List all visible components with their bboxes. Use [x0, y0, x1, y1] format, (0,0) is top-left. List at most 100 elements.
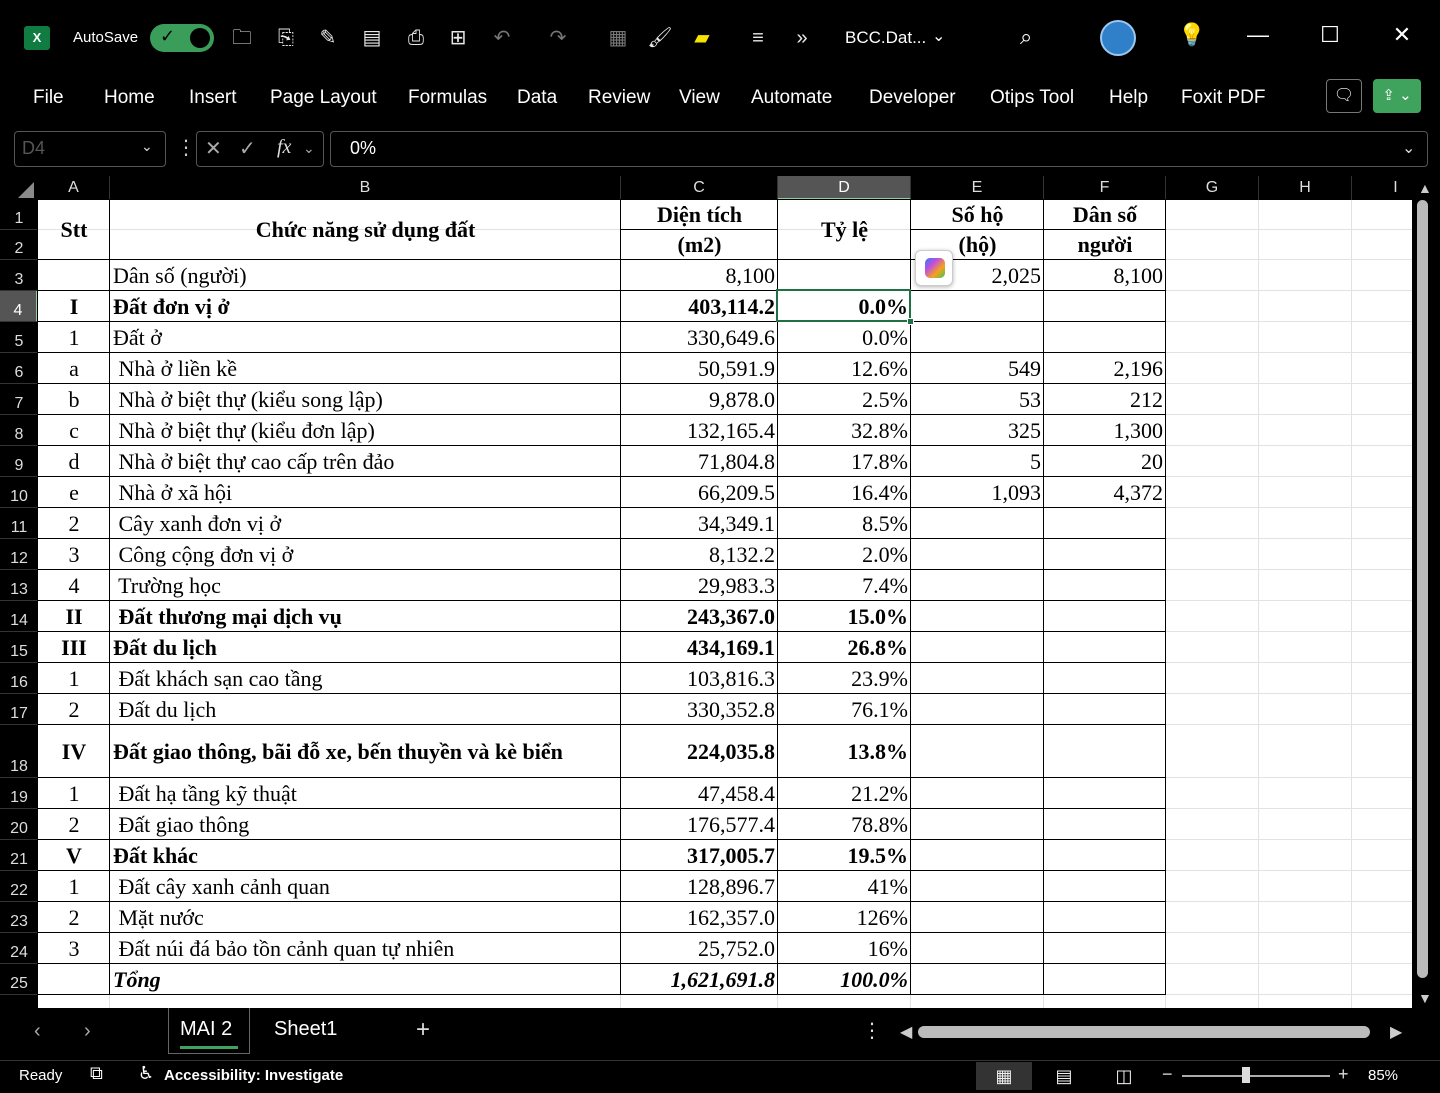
formula-input[interactable]: [330, 131, 1428, 167]
cell-households[interactable]: [911, 725, 1044, 778]
cell-ratio[interactable]: 2.0%: [778, 539, 911, 570]
accessibility-status[interactable]: Accessibility: Investigate: [164, 1067, 343, 1084]
close-button[interactable]: ✕: [1382, 22, 1422, 48]
cell-households[interactable]: [911, 663, 1044, 694]
row-header-2[interactable]: 2: [0, 230, 38, 260]
header-area[interactable]: Diện tích: [621, 200, 778, 230]
column-header-d[interactable]: D: [778, 176, 911, 200]
minimize-button[interactable]: —: [1238, 22, 1278, 48]
cell-land-use[interactable]: Đất hạ tầng kỹ thuật: [110, 778, 621, 809]
tab-file[interactable]: File: [33, 87, 64, 109]
sheet-tab-mai-2[interactable]: MAI 2: [180, 1018, 232, 1041]
column-header-a[interactable]: A: [38, 176, 110, 200]
header-population[interactable]: Dân số: [1044, 200, 1166, 230]
cell-population[interactable]: [1044, 570, 1166, 601]
cell-land-use[interactable]: Trường học: [110, 570, 621, 601]
cell-population[interactable]: [1044, 725, 1166, 778]
cell-households[interactable]: [911, 570, 1044, 601]
zoom-level[interactable]: 85%: [1368, 1067, 1398, 1084]
column-header-f[interactable]: F: [1044, 176, 1166, 200]
lightbulb-icon[interactable]: 💡: [1178, 22, 1205, 48]
tab-otips-tool[interactable]: Otips Tool: [990, 87, 1074, 109]
cell-land-use[interactable]: Nhà ở biệt thự (kiểu đơn lập): [110, 415, 621, 446]
tab-developer[interactable]: Developer: [869, 87, 956, 109]
cell-area[interactable]: 47,458.4: [621, 778, 778, 809]
tab-automate[interactable]: Automate: [751, 87, 832, 109]
row-header-14[interactable]: 14: [0, 601, 38, 632]
cell-households[interactable]: 1,093: [911, 477, 1044, 508]
cell-area[interactable]: 8,100: [621, 260, 778, 291]
zoom-slider[interactable]: [1182, 1075, 1330, 1077]
cell-households[interactable]: [911, 933, 1044, 964]
cell-stt[interactable]: 2: [38, 508, 110, 539]
cell-land-use[interactable]: Nhà ở xã hội: [110, 477, 621, 508]
save-edit-icon[interactable]: ✎: [314, 24, 342, 52]
cell-stt[interactable]: 3: [38, 539, 110, 570]
next-sheet-icon[interactable]: ›: [84, 1020, 91, 1043]
row-header-1[interactable]: 1: [0, 200, 38, 230]
tab-formulas[interactable]: Formulas: [408, 87, 487, 109]
cell-population[interactable]: 1,300: [1044, 415, 1166, 446]
cell-land-use[interactable]: Đất ở: [110, 322, 621, 353]
more-commands-icon[interactable]: »: [788, 24, 816, 52]
row-header-16[interactable]: 16: [0, 663, 38, 694]
cell-land-use[interactable]: Đất khách sạn cao tầng: [110, 663, 621, 694]
cell-land-use[interactable]: Đất du lịch: [110, 694, 621, 725]
format-painter-icon[interactable]: 🖌: [646, 24, 674, 52]
cell-ratio[interactable]: 126%: [778, 902, 911, 933]
cell-ratio[interactable]: 78.8%: [778, 809, 911, 840]
formula-bar-grip-icon[interactable]: ⋮: [176, 135, 196, 160]
chevron-down-icon[interactable]: ⌄: [303, 140, 315, 157]
row-header-20[interactable]: 20: [0, 809, 38, 840]
maximize-button[interactable]: ☐: [1310, 22, 1350, 48]
avatar[interactable]: [1100, 20, 1136, 56]
cell-population[interactable]: [1044, 663, 1166, 694]
cell-land-use[interactable]: Đất cây xanh cảnh quan: [110, 871, 621, 902]
column-header-h[interactable]: H: [1259, 176, 1352, 200]
row-header-6[interactable]: 6: [0, 353, 38, 384]
cell-stt[interactable]: 2: [38, 902, 110, 933]
macro-record-icon[interactable]: ⧉: [90, 1063, 103, 1084]
cell-households[interactable]: 549: [911, 353, 1044, 384]
cell-stt[interactable]: d: [38, 446, 110, 477]
header-stt[interactable]: Stt: [38, 200, 110, 260]
cell-ratio[interactable]: 0.0%: [778, 322, 911, 353]
cell-stt[interactable]: IV: [38, 725, 110, 778]
cell-households[interactable]: [911, 809, 1044, 840]
cell-land-use[interactable]: Đất du lịch: [110, 632, 621, 663]
cell-households[interactable]: [911, 632, 1044, 663]
row-header-13[interactable]: 13: [0, 570, 38, 601]
print-icon[interactable]: ⎙: [402, 24, 430, 52]
cell-area[interactable]: 128,896.7: [621, 871, 778, 902]
cell-population[interactable]: [1044, 871, 1166, 902]
cell-area[interactable]: 1,621,691.8: [621, 964, 778, 995]
row-header-11[interactable]: 11: [0, 508, 38, 539]
cell-ratio[interactable]: 13.8%: [778, 725, 911, 778]
cell-area[interactable]: 176,577.4: [621, 809, 778, 840]
cell-population[interactable]: [1044, 601, 1166, 632]
row-header-17[interactable]: 17: [0, 694, 38, 725]
cell-ratio[interactable]: 2.5%: [778, 384, 911, 415]
cell-population[interactable]: [1044, 778, 1166, 809]
expand-formula-bar-icon[interactable]: ⌄: [1402, 138, 1415, 158]
cell-households[interactable]: 53: [911, 384, 1044, 415]
vertical-scrollbar[interactable]: ▲ ▼: [1412, 176, 1440, 1008]
row-header-22[interactable]: 22: [0, 871, 38, 902]
cell-stt[interactable]: b: [38, 384, 110, 415]
column-header-e[interactable]: E: [911, 176, 1044, 200]
cell-ratio[interactable]: 41%: [778, 871, 911, 902]
row-header-8[interactable]: 8: [0, 415, 38, 446]
cell-households[interactable]: 5: [911, 446, 1044, 477]
cell-stt[interactable]: III: [38, 632, 110, 663]
cell-households[interactable]: [911, 964, 1044, 995]
active-cell-selection[interactable]: [776, 289, 911, 322]
cell-population[interactable]: 212: [1044, 384, 1166, 415]
accessibility-icon[interactable]: ♿: [138, 1063, 154, 1084]
chevron-down-icon[interactable]: ⌄: [141, 138, 153, 155]
cell-population[interactable]: 4,372: [1044, 477, 1166, 508]
tab-home[interactable]: Home: [104, 87, 155, 109]
borders-icon[interactable]: ⊞: [444, 24, 472, 52]
cell-stt[interactable]: I: [38, 291, 110, 322]
cell-population[interactable]: [1044, 508, 1166, 539]
cell-stt[interactable]: c: [38, 415, 110, 446]
